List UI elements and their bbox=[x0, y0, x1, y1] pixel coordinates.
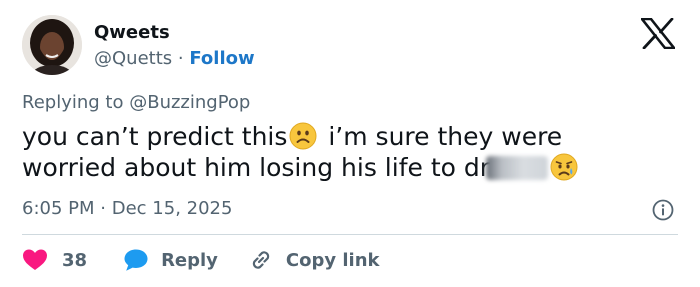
action-bar: 38 Reply Copy link bbox=[22, 246, 380, 274]
divider bbox=[22, 234, 678, 235]
tweet-date: Dec 15, 2025 bbox=[111, 198, 233, 219]
follow-button[interactable]: Follow bbox=[189, 48, 254, 69]
tweet-time: 6:05 PM bbox=[22, 198, 95, 219]
sad-but-relieved-face-icon bbox=[550, 153, 578, 181]
copy-link-button[interactable]: Copy link bbox=[248, 247, 380, 273]
heart-icon bbox=[23, 249, 47, 270]
replying-to-label: Replying to bbox=[22, 92, 124, 113]
tweet-text-part-3: worried about him losing his life to dr bbox=[22, 153, 491, 182]
link-icon bbox=[252, 251, 270, 269]
reply-button[interactable]: Reply bbox=[123, 248, 218, 272]
author-handle[interactable]: @Quetts bbox=[94, 48, 172, 69]
slightly-frowning-face-icon bbox=[289, 122, 317, 150]
blurred-text-patch bbox=[486, 156, 549, 180]
replying-to-line: Replying to @BuzzingPop bbox=[22, 92, 250, 113]
tweet-timestamp[interactable]: 6:05 PM · Dec 15, 2025 bbox=[22, 198, 232, 219]
speech-bubble-icon bbox=[124, 249, 148, 271]
reply-label: Reply bbox=[161, 249, 218, 271]
author-handle-row: @Quetts · Follow bbox=[94, 48, 255, 69]
separator-dot: · bbox=[100, 198, 106, 219]
copy-link-label: Copy link bbox=[285, 249, 380, 271]
x-logo-icon[interactable] bbox=[641, 18, 675, 49]
tweet-text-part-1: you can’t predict this bbox=[22, 122, 288, 151]
tweet-text-part-2: i’m sure they were bbox=[320, 122, 563, 151]
author-display-name[interactable]: Qweets bbox=[94, 22, 170, 43]
tweet-line-2: worried about him losing his life to dr bbox=[22, 152, 581, 183]
avatar[interactable] bbox=[22, 15, 82, 75]
like-count: 38 bbox=[62, 249, 88, 271]
replying-to-mention[interactable]: @BuzzingPop bbox=[129, 92, 250, 113]
like-button[interactable]: 38 bbox=[22, 248, 87, 272]
separator-dot: · bbox=[177, 48, 184, 69]
tweet-line-1: you can’t predict this i’m sure they wer… bbox=[22, 121, 581, 152]
tweet-text: you can’t predict this i’m sure they wer… bbox=[22, 121, 581, 183]
info-icon[interactable] bbox=[652, 199, 674, 221]
